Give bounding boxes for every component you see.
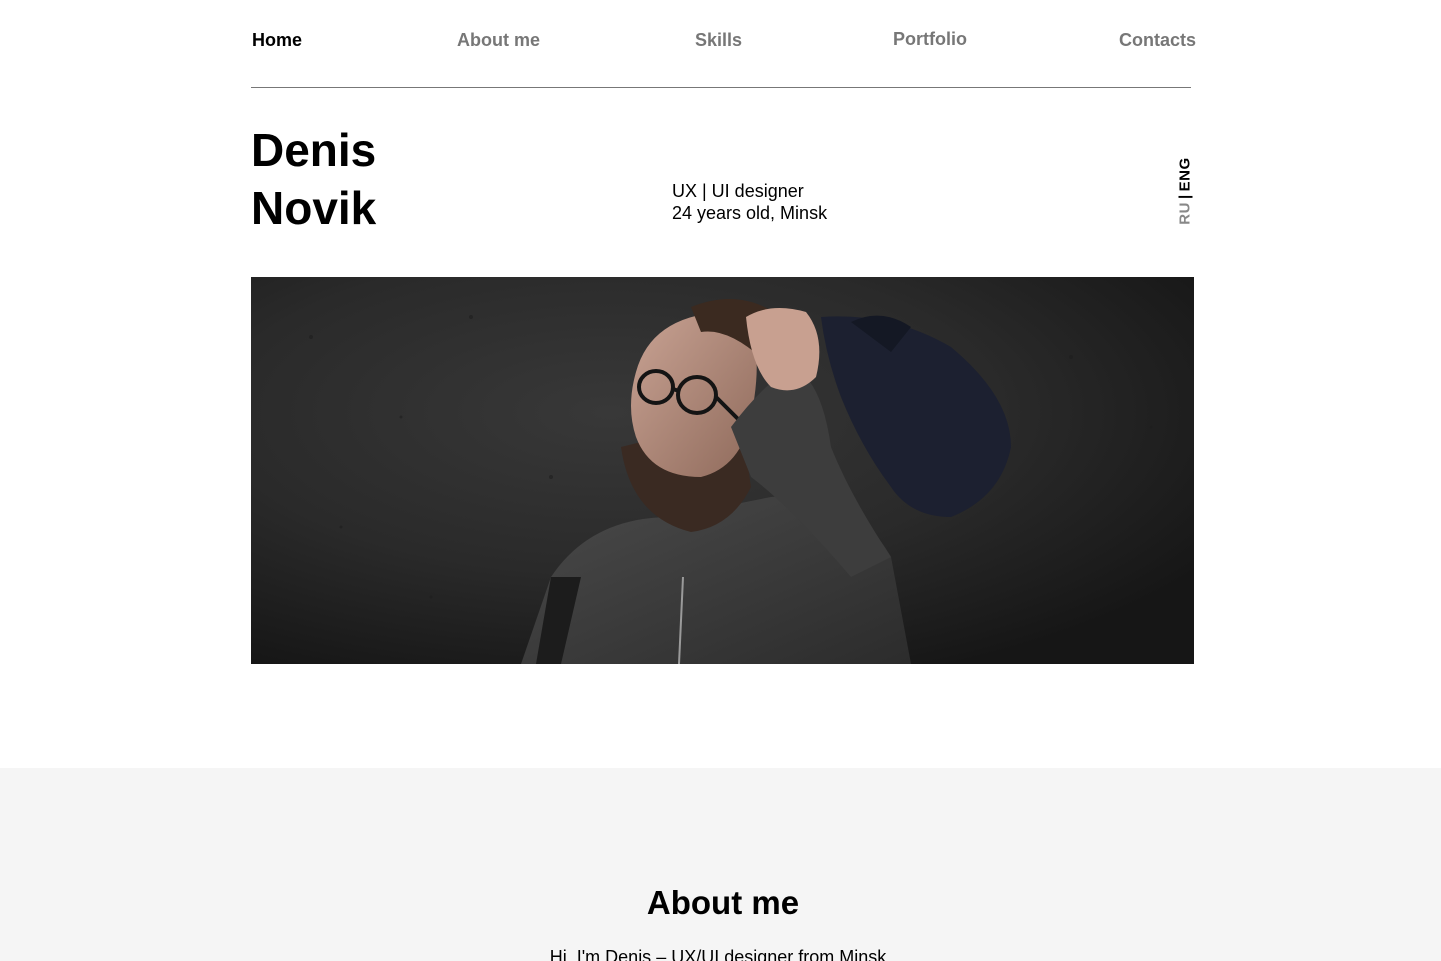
about-section: About me Hi, I'm Denis – UX/UI designer … — [0, 768, 1441, 961]
lang-eng-link[interactable]: ENG — [1177, 157, 1194, 191]
language-switch: RU | ENG — [1175, 157, 1195, 225]
nav-item-skills[interactable]: Skills — [695, 30, 742, 51]
hero-role: UX | UI designer — [672, 181, 804, 201]
hero-last-name: Novik — [251, 182, 377, 234]
about-title: About me — [646, 884, 800, 921]
nav-item-contacts[interactable]: Contacts — [1119, 30, 1196, 51]
hero-photo — [251, 277, 1194, 664]
language-switch-label: RU | ENG — [1177, 157, 1194, 224]
about-intro: Hi, I'm Denis – UX/UI designer from Mins… — [549, 947, 887, 961]
nav-item-home[interactable]: Home — [252, 30, 302, 51]
nav-divider — [251, 87, 1191, 88]
nav-item-about-me[interactable]: About me — [457, 30, 540, 51]
lang-separator: | — [1176, 194, 1194, 200]
nav-item-portfolio[interactable]: Portfolio — [893, 29, 967, 50]
hero-age-location: 24 years old, Minsk — [672, 203, 828, 223]
portrait-photo — [251, 277, 1194, 664]
hero-info: UX | UI designer 24 years old, Minsk — [672, 180, 827, 224]
hero-name: Denis Novik — [251, 121, 376, 237]
hero-first-name: Denis — [251, 124, 377, 176]
main-nav: Home About me Skills Portfolio Contacts — [251, 0, 1196, 88]
portfolio-page: Home About me Skills Portfolio Contacts … — [0, 0, 1441, 961]
lang-ru-link[interactable]: RU — [1177, 202, 1194, 225]
